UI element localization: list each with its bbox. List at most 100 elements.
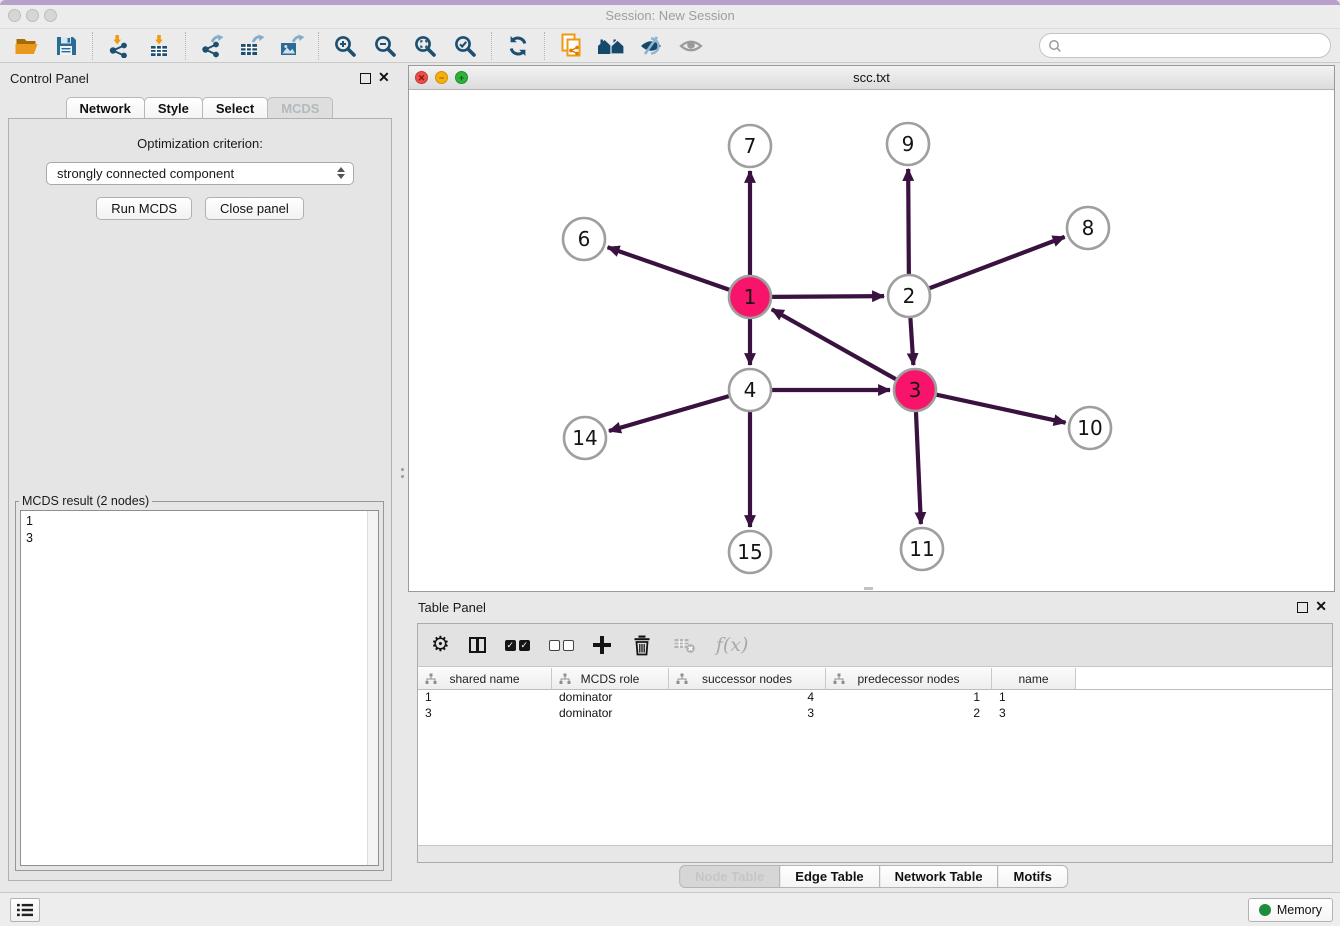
tab-network[interactable]: Network — [66, 97, 145, 119]
open-session-button[interactable] — [6, 30, 46, 62]
show-graphics-button[interactable] — [671, 30, 711, 62]
table-row[interactable]: 1dominator411 — [418, 690, 1332, 706]
table-panel-close-button[interactable]: ✕ — [1315, 601, 1327, 612]
edge-3-1[interactable] — [772, 309, 896, 379]
cell-name[interactable]: 3 — [992, 706, 1076, 722]
zoom-fit-icon — [413, 34, 437, 58]
node-label-14: 14 — [572, 426, 597, 450]
cell-shared-name[interactable]: 3 — [418, 706, 552, 722]
column-header-name[interactable]: name — [992, 668, 1076, 690]
export-table-button[interactable] — [232, 30, 272, 62]
edge-4-14[interactable] — [609, 396, 729, 431]
table-options-gear-icon[interactable]: ⚙ — [431, 635, 450, 655]
node-label-6: 6 — [578, 227, 591, 251]
zoom-in-button[interactable] — [325, 30, 365, 62]
column-header-successor-nodes[interactable]: successor nodes — [669, 668, 826, 690]
network-canvas[interactable]: 7968124314101511 — [409, 90, 1334, 591]
tab-network-table[interactable]: Network Table — [879, 865, 999, 888]
import-network-button[interactable] — [99, 30, 139, 62]
node-label-2: 2 — [903, 284, 916, 308]
column-header-MCDS-role[interactable]: MCDS role — [552, 668, 669, 690]
import-table-button[interactable] — [139, 30, 179, 62]
mcds-result-line: 3 — [26, 530, 378, 547]
export-network-icon — [200, 34, 224, 58]
cell-successor-nodes[interactable]: 4 — [669, 690, 826, 706]
tab-style[interactable]: Style — [144, 97, 203, 119]
tab-mcds[interactable]: MCDS — [267, 97, 333, 119]
optimization-criterion-select[interactable]: strongly connected component — [46, 162, 354, 185]
clone-network-button[interactable] — [551, 30, 591, 62]
memory-button[interactable]: Memory — [1248, 898, 1333, 922]
edge-1-6[interactable] — [608, 247, 730, 289]
edge-2-8[interactable] — [930, 237, 1065, 288]
zoom-out-button[interactable] — [365, 30, 405, 62]
tab-select[interactable]: Select — [202, 97, 268, 119]
save-session-button[interactable] — [46, 30, 86, 62]
apply-function-icon: f(x) — [716, 634, 749, 656]
edge-2-3[interactable] — [910, 318, 913, 365]
export-image-button[interactable] — [272, 30, 312, 62]
result-scrollbar[interactable] — [367, 511, 378, 865]
panel-divider-grip[interactable] — [401, 475, 404, 478]
tab-edge-table[interactable]: Edge Table — [779, 865, 879, 888]
network-window-title: scc.txt — [409, 70, 1334, 85]
zoom-out-icon — [373, 34, 397, 58]
table-horizontal-scrollbar[interactable] — [418, 845, 1332, 862]
add-column-icon[interactable] — [593, 636, 611, 654]
run-mcds-button[interactable]: Run MCDS — [96, 197, 192, 220]
column-header-shared-name[interactable]: shared name — [418, 668, 552, 690]
show-columns-icon[interactable] — [469, 637, 486, 653]
control-panel-close-button[interactable]: ✕ — [378, 72, 390, 83]
search-input[interactable] — [1062, 36, 1330, 56]
edge-1-2[interactable] — [772, 296, 884, 297]
node-table-container: ⚙ ✓✓ f(x) shared nameMCDS rolesuccessor … — [417, 623, 1333, 863]
apply-layout-button[interactable] — [591, 30, 631, 62]
cell-MCDS-role[interactable]: dominator — [552, 690, 669, 706]
table-row[interactable]: 3dominator323 — [418, 706, 1332, 722]
edge-3-11[interactable] — [916, 412, 921, 524]
zoom-fit-button[interactable] — [405, 30, 445, 62]
tab-motifs[interactable]: Motifs — [998, 865, 1068, 888]
toolbar-separator — [92, 32, 93, 60]
export-table-icon — [239, 34, 265, 58]
toolbar-separator — [318, 32, 319, 60]
table-panel-title: Table Panel — [418, 600, 486, 615]
task-history-button[interactable] — [10, 898, 40, 922]
deselect-all-columns-icon[interactable] — [549, 640, 574, 651]
table-panel-float-button[interactable] — [1297, 602, 1308, 613]
close-panel-button[interactable]: Close panel — [205, 197, 304, 220]
tab-node-table[interactable]: Node Table — [679, 865, 780, 888]
memory-status-icon — [1259, 904, 1271, 916]
node-label-10: 10 — [1077, 416, 1102, 440]
table-toolbar: ⚙ ✓✓ f(x) — [418, 624, 1332, 667]
cell-predecessor-nodes[interactable]: 2 — [826, 706, 992, 722]
control-panel-float-button[interactable] — [360, 73, 371, 84]
delete-column-trash-icon[interactable] — [630, 633, 654, 657]
toolbar-separator — [544, 32, 545, 60]
cell-shared-name[interactable]: 1 — [418, 690, 552, 706]
mcds-result-group: MCDS result (2 nodes) 13 — [15, 494, 384, 871]
save-floppy-icon — [54, 34, 78, 58]
status-bar: Memory — [0, 892, 1340, 926]
select-all-columns-icon[interactable]: ✓✓ — [505, 640, 530, 651]
cell-successor-nodes[interactable]: 3 — [669, 706, 826, 722]
mcds-panel: Optimization criterion: strongly connect… — [8, 118, 392, 881]
table-rows: 1dominator4113dominator323 — [418, 690, 1332, 722]
cell-name[interactable]: 1 — [992, 690, 1076, 706]
mcds-result-textarea[interactable]: 13 — [20, 510, 379, 866]
refresh-view-button[interactable] — [498, 30, 538, 62]
zoom-selected-button[interactable] — [445, 30, 485, 62]
network-window-titlebar[interactable]: ✕ − + scc.txt — [409, 66, 1334, 90]
node-label-8: 8 — [1082, 216, 1095, 240]
edge-2-9[interactable] — [908, 169, 909, 274]
canvas-resize-grip[interactable] — [864, 587, 873, 590]
export-network-button[interactable] — [192, 30, 232, 62]
cell-predecessor-nodes[interactable]: 1 — [826, 690, 992, 706]
table-panel: Table Panel ✕ ⚙ ✓✓ f(x) shared nameMCD — [408, 596, 1340, 892]
panel-divider-grip[interactable] — [401, 468, 404, 471]
toolbar-separator — [491, 32, 492, 60]
edge-3-10[interactable] — [936, 395, 1065, 423]
cell-MCDS-role[interactable]: dominator — [552, 706, 669, 722]
hide-graphics-button[interactable] — [631, 30, 671, 62]
column-header-predecessor-nodes[interactable]: predecessor nodes — [826, 668, 992, 690]
